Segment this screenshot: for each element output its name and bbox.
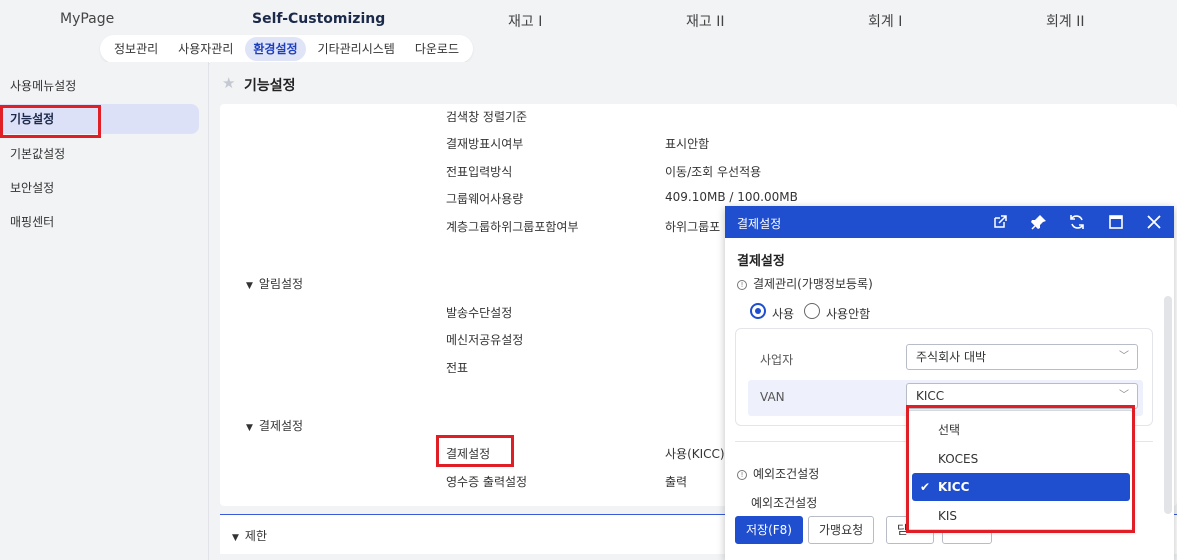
caret-down-icon: ▼ xyxy=(246,281,253,291)
dialog-scrollbar[interactable] xyxy=(1164,296,1172,514)
main-header: ★ 기능설정 xyxy=(210,62,1177,106)
sidebar-item-mapping-center[interactable]: 매핑센터 xyxy=(0,207,199,237)
sidebar-item-menu-settings[interactable]: 사용메뉴설정 xyxy=(0,71,199,101)
subtab-other-systems[interactable]: 기타관리시스템 xyxy=(310,37,403,61)
radio-no-use[interactable] xyxy=(804,303,820,319)
star-icon[interactable]: ★ xyxy=(222,74,235,92)
caret-down-icon: ▼ xyxy=(232,533,239,543)
radio-no-use-label[interactable]: 사용안함 xyxy=(826,305,870,322)
row-label-search-sort: 검색창 정렬기준 xyxy=(446,110,528,124)
highlight-box-sidebar xyxy=(0,105,101,138)
page-title: 기능설정 xyxy=(244,78,296,94)
row-label-receipt-print: 영수증 출력설정 xyxy=(446,475,528,489)
subtab-settings[interactable]: 환경설정 xyxy=(245,37,306,61)
business-label: 사업자 xyxy=(760,353,794,367)
row-label-send-method: 발송수단설정 xyxy=(446,306,513,320)
row-value-payment-settings[interactable]: 사용(KICC) xyxy=(665,445,725,462)
section-payment-label: 결제설정 xyxy=(258,419,304,433)
row-value-approval-display[interactable]: 표시안함 xyxy=(665,135,709,152)
nav-accounting-2[interactable]: 회계 II xyxy=(1046,11,1084,31)
dialog-header: 결제설정 xyxy=(725,206,1174,238)
payment-management-label: 결제관리(가맹정보등록) xyxy=(753,277,873,291)
row-label-slip-input: 전표입력방식 xyxy=(446,165,513,179)
info-icon: ! xyxy=(737,280,747,290)
nav-mypage[interactable]: MyPage xyxy=(60,11,114,27)
exception-label: 예외조건설정 xyxy=(751,496,818,510)
row-label-slip: 전표 xyxy=(446,361,469,375)
business-select[interactable]: 주식회사 대박 ﹀ xyxy=(906,344,1138,370)
row-value-hierarchy-group[interactable]: 하위그룹포 xyxy=(665,218,720,235)
refresh-icon[interactable] xyxy=(1068,213,1086,231)
highlight-box-dropdown xyxy=(906,405,1135,533)
section-alarm-label: 알림설정 xyxy=(258,277,304,291)
sub-tabs: 정보관리 사용자관리 환경설정 기타관리시스템 다운로드 xyxy=(100,35,473,63)
row-value-slip-input[interactable]: 이동/조회 우선적용 xyxy=(665,163,761,180)
section-payment[interactable]: ▼ 결제설정 xyxy=(246,417,303,434)
nav-inventory-2[interactable]: 재고 II xyxy=(686,11,724,31)
top-navigation: MyPage Self-Customizing 재고 I 재고 II 회계 I … xyxy=(0,0,1177,38)
row-value-receipt-print[interactable]: 출력 xyxy=(665,473,687,490)
pin-icon[interactable] xyxy=(1030,213,1048,231)
row-label-approval-display: 결재방표시여부 xyxy=(446,137,524,151)
van-select-value: KICC xyxy=(916,389,945,403)
radio-use-label[interactable]: 사용 xyxy=(772,305,794,322)
nav-inventory-1[interactable]: 재고 I xyxy=(508,11,542,31)
chevron-down-icon: ﹀ xyxy=(1119,351,1129,362)
payment-management-heading: ! 결제관리(가맹정보등록) xyxy=(737,275,873,292)
caret-down-icon: ▼ xyxy=(246,423,253,433)
van-label: VAN xyxy=(760,390,785,404)
merchant-request-button[interactable]: 가맹요청 xyxy=(808,516,875,544)
sidebar-item-security-settings[interactable]: 보안설정 xyxy=(0,173,199,203)
radio-use[interactable] xyxy=(750,303,766,319)
subtab-users[interactable]: 사용자관리 xyxy=(170,37,241,61)
dialog-heading: 결제설정 xyxy=(737,254,785,269)
sidebar-item-default-settings[interactable]: 기본값설정 xyxy=(0,139,199,169)
exception-heading-label: 예외조건설정 xyxy=(753,467,820,481)
subtab-download[interactable]: 다운로드 xyxy=(407,37,467,61)
row-label-messenger-share: 메신저공유설정 xyxy=(446,333,524,347)
info-icon: ! xyxy=(737,470,747,480)
open-external-icon[interactable] xyxy=(991,213,1009,231)
business-select-value: 주식회사 대박 xyxy=(916,350,987,364)
section-alarm[interactable]: ▼ 알림설정 xyxy=(246,275,303,292)
subtab-info[interactable]: 정보관리 xyxy=(106,37,166,61)
close-icon[interactable] xyxy=(1145,213,1163,231)
nav-accounting-1[interactable]: 회계 I xyxy=(868,11,902,31)
save-button[interactable]: 저장(F8) xyxy=(735,516,803,544)
nav-self-customizing[interactable]: Self-Customizing xyxy=(252,11,385,27)
section-limit[interactable]: ▼ 제한 xyxy=(232,527,267,544)
maximize-icon[interactable] xyxy=(1107,213,1125,231)
row-label-hierarchy-group: 계층그룹하위그룹포함여부 xyxy=(446,220,579,234)
row-value-groupware-usage: 409.10MB / 100.00MB xyxy=(665,190,798,204)
section-limit-label: 제한 xyxy=(244,529,268,543)
dialog-title: 결제설정 xyxy=(737,217,782,231)
row-label-groupware-usage: 그룹웨어사용량 xyxy=(446,192,524,206)
exception-heading: ! 예외조건설정 xyxy=(737,465,819,482)
highlight-box-payment xyxy=(436,435,514,467)
